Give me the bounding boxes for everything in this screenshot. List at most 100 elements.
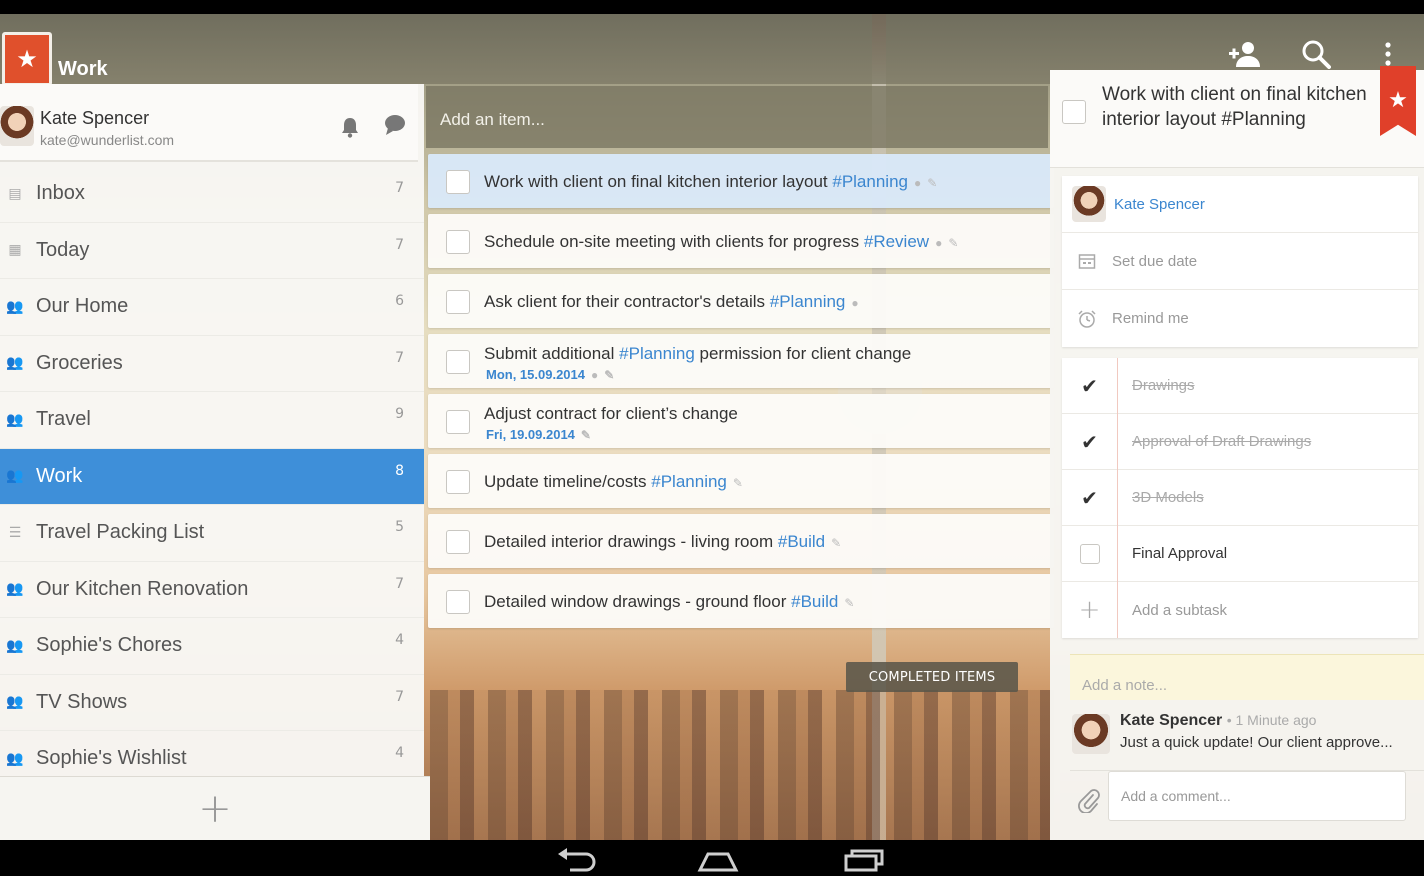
task-checkbox[interactable]	[446, 230, 470, 254]
task-tag[interactable]: #Build	[778, 532, 825, 551]
subtask-checkbox[interactable]	[1062, 525, 1118, 582]
task-checkbox[interactable]	[446, 470, 470, 494]
add-subtask-row[interactable]: + Add a subtask	[1062, 582, 1418, 638]
sidebar-item-count: 7	[395, 575, 404, 592]
people-icon: 👥	[6, 750, 24, 767]
sidebar-item-tv-shows[interactable]: 👥 TV Shows 7	[0, 675, 424, 731]
subtask-checkbox[interactable]: ✔	[1062, 413, 1118, 470]
reminder-row[interactable]: Remind me	[1062, 290, 1418, 347]
sidebar-item-today[interactable]: ▦ Today 7	[0, 223, 424, 279]
note-field[interactable]: Add a note...	[1070, 654, 1424, 700]
alarm-clock-icon	[1062, 309, 1112, 329]
system-nav-bar	[0, 840, 1424, 876]
star-icon[interactable]: ★	[1380, 66, 1416, 136]
home-icon[interactable]	[696, 846, 740, 872]
list-icon: ☰	[8, 524, 22, 541]
task-tag[interactable]: #Planning	[651, 472, 727, 491]
detail-title[interactable]: Work with client on final kitchen interi…	[1102, 82, 1372, 132]
sidebar-item-label: Groceries	[36, 351, 123, 374]
search-icon[interactable]	[1298, 36, 1334, 72]
task-row[interactable]: Work with client on final kitchen interi…	[428, 154, 1054, 208]
recent-apps-icon[interactable]	[842, 846, 886, 872]
task-row[interactable]: Adjust contract for client’s change Fri,…	[428, 394, 1054, 448]
sidebar-item-count: 7	[395, 688, 404, 705]
task-row[interactable]: Ask client for their contractor's detail…	[428, 274, 1054, 328]
sidebar-item-groceries[interactable]: 👥 Groceries 7	[0, 336, 424, 392]
subtask-label: Approval of Draft Drawings	[1132, 433, 1312, 450]
task-tag[interactable]: #Planning	[619, 344, 695, 363]
pin-icon: ✎	[844, 596, 855, 610]
detail-header: Work with client on final kitchen interi…	[1050, 66, 1424, 168]
sidebar-item-travel-packing-list[interactable]: ☰ Travel Packing List 5	[0, 505, 424, 562]
sidebar-item-count: 7	[395, 349, 404, 366]
task-row[interactable]: Detailed interior drawings - living room…	[428, 514, 1054, 568]
subtask-label: Drawings	[1132, 377, 1195, 394]
pin-icon: ✎	[580, 428, 591, 442]
task-checkbox[interactable]	[446, 530, 470, 554]
sidebar-item-our-home[interactable]: 👥 Our Home 6	[0, 279, 424, 336]
checkmark-icon: ✔	[1081, 485, 1098, 510]
subtask-row[interactable]: ✔ Approval of Draft Drawings	[1062, 413, 1418, 470]
task-title: Adjust contract for client’s change	[484, 404, 738, 423]
people-icon: 👥	[6, 411, 24, 428]
pin-icon: ✎	[732, 476, 743, 490]
subtask-row[interactable]: Final Approval	[1062, 525, 1418, 582]
task-detail-panel: Work with client on final kitchen interi…	[1050, 66, 1424, 840]
sidebar-item-work[interactable]: 👥 Work 8	[0, 448, 424, 505]
profile-name: Kate Spencer	[40, 108, 150, 128]
wunderlist-logo-icon[interactable]: ★	[2, 32, 52, 86]
people-icon: 👥	[6, 468, 24, 485]
chat-bubble-icon[interactable]	[384, 114, 406, 136]
task-row[interactable]: Schedule on-site meeting with clients fo…	[428, 214, 1054, 268]
profile-header[interactable]: Kate Spencer kate@wunderlist.com	[0, 84, 418, 162]
due-date-label: Set due date	[1112, 252, 1198, 270]
comment-header: Kate Spencer • 1 Minute ago	[1120, 712, 1316, 730]
task-checkbox[interactable]	[446, 290, 470, 314]
sidebar-item-label: Work	[36, 464, 83, 487]
subtask-checkbox[interactable]: ✔	[1062, 469, 1118, 526]
completed-items-button[interactable]: COMPLETED ITEMS	[846, 662, 1018, 692]
sidebar-item-label: Today	[36, 238, 90, 261]
sidebar-item-count: 8	[395, 462, 404, 479]
task-row[interactable]: Submit additional #Planning permission f…	[428, 334, 1054, 388]
task-checkbox[interactable]	[446, 590, 470, 614]
task-title: Ask client for their contractor's detail…	[484, 292, 859, 311]
task-tag[interactable]: #Planning	[770, 292, 846, 311]
task-checkbox[interactable]	[446, 170, 470, 194]
due-date-row[interactable]: Set due date	[1062, 233, 1418, 290]
sidebar-item-inbox[interactable]: ▤ Inbox 7	[0, 166, 424, 223]
sidebar-item-travel[interactable]: 👥 Travel 9	[0, 392, 424, 449]
bell-icon[interactable]	[340, 116, 360, 138]
task-title: Work with client on final kitchen interi…	[484, 172, 938, 191]
note-icon: ●	[913, 176, 922, 190]
sidebar-item-label: Sophie's Wishlist	[36, 747, 187, 770]
task-row[interactable]: Detailed window drawings - ground floor …	[428, 574, 1054, 628]
plus-icon: +	[198, 785, 232, 832]
task-row[interactable]: Update timeline/costs #Planning ✎	[428, 454, 1054, 508]
task-list: Work with client on final kitchen interi…	[428, 154, 1054, 634]
task-tag[interactable]: #Review	[864, 232, 929, 251]
paperclip-icon[interactable]	[1076, 787, 1102, 814]
detail-checkbox[interactable]	[1062, 100, 1086, 124]
assignee-row[interactable]: Kate Spencer	[1062, 176, 1418, 233]
sidebar-item-our-kitchen-renovation[interactable]: 👥 Our Kitchen Renovation 7	[0, 562, 424, 618]
task-tag[interactable]: #Build	[791, 592, 838, 611]
back-icon[interactable]	[554, 846, 598, 872]
comment-input[interactable]: Add a comment...	[1108, 771, 1406, 821]
subtask-row[interactable]: ✔ Drawings	[1062, 357, 1418, 414]
task-checkbox[interactable]	[446, 350, 470, 374]
comment-time: • 1 Minute ago	[1226, 712, 1317, 728]
people-icon: 👥	[6, 694, 24, 711]
sidebar-item-sophies-chores[interactable]: 👥 Sophie's Chores 4	[0, 618, 424, 675]
task-tag[interactable]: #Planning	[832, 172, 908, 191]
people-icon: 👥	[6, 581, 24, 598]
task-checkbox[interactable]	[446, 410, 470, 434]
subtask-row[interactable]: ✔ 3D Models	[1062, 469, 1418, 526]
add-person-icon[interactable]	[1226, 36, 1262, 72]
add-list-button[interactable]: +	[0, 776, 430, 840]
subtask-checkbox[interactable]: ✔	[1062, 357, 1118, 414]
profile-email: kate@wunderlist.com	[40, 132, 175, 148]
add-item-input[interactable]: Add an item...	[426, 86, 1048, 148]
sidebar-item-label: Sophie's Chores	[36, 634, 183, 657]
background-city	[430, 690, 1060, 840]
